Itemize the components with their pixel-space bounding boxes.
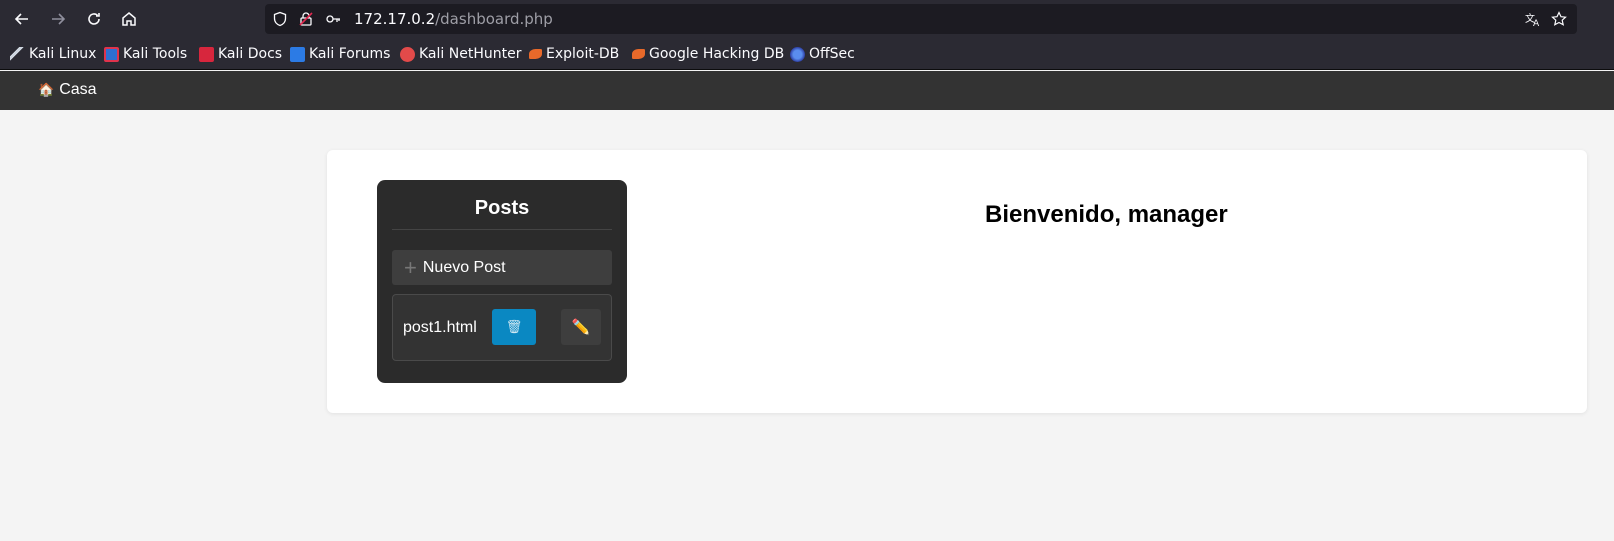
key-icon[interactable] — [325, 11, 341, 27]
nav-home-label: Casa — [59, 81, 97, 98]
kali-docs-icon — [199, 46, 214, 62]
post-name-link[interactable]: post1.html — [403, 319, 477, 337]
kali-nethunter-icon — [400, 46, 415, 62]
posts-sidebar: Posts + Nuevo Post post1.html 🗑 ✏️ — [377, 180, 627, 383]
kali-forums-icon — [290, 46, 305, 62]
bookmark-label: Kali Linux — [29, 46, 97, 62]
bookmark-kali-tools[interactable]: Kali Tools — [104, 45, 187, 63]
bookmark-kali-forums[interactable]: Kali Forums — [290, 45, 390, 63]
translate-icon[interactable]: 文A — [1525, 11, 1541, 27]
bookmarks-toolbar: Kali Linux Kali Tools Kali Docs Kali For… — [0, 38, 1614, 70]
forward-button[interactable] — [46, 7, 70, 31]
bookmark-exploit-db[interactable]: Exploit-DB — [529, 45, 619, 63]
plus-icon: + — [404, 254, 417, 280]
back-button[interactable] — [10, 7, 34, 31]
kali-tools-icon — [104, 46, 119, 62]
trash-icon: 🗑 — [505, 319, 523, 334]
insecure-lock-icon[interactable] — [298, 11, 314, 27]
arrow-right-icon — [52, 13, 66, 25]
browser-toolbar: 172.17.0.2/dashboard.php 文A — [0, 0, 1614, 38]
bookmark-label: Kali Tools — [123, 46, 188, 62]
offsec-icon — [790, 46, 805, 62]
bookmark-label: Kali Forums — [309, 46, 391, 62]
bookmark-kali-nethunter[interactable]: Kali NetHunter — [400, 45, 521, 63]
bookmark-google-hacking-db[interactable]: Google Hacking DB — [632, 45, 784, 63]
exploit-db-icon — [529, 49, 542, 59]
site-navbar: 🏠 Casa — [0, 71, 1614, 110]
bookmark-kali-linux[interactable]: Kali Linux — [10, 45, 96, 63]
bookmark-label: OffSec — [809, 46, 855, 62]
url-host: 172.17.0.2 — [354, 10, 436, 28]
kali-dragon-icon — [10, 46, 25, 62]
bookmark-offsec[interactable]: OffSec — [790, 45, 855, 63]
posts-title: Posts — [474, 197, 530, 219]
new-post-label: Nuevo Post — [422, 258, 506, 276]
home-icon — [122, 12, 136, 26]
bookmark-kali-docs[interactable]: Kali Docs — [199, 45, 282, 63]
url-text[interactable]: 172.17.0.2/dashboard.php — [354, 10, 553, 28]
post-list-item: post1.html 🗑 ✏️ — [392, 294, 612, 361]
nav-home-link[interactable]: 🏠 Casa — [38, 81, 97, 99]
new-post-button[interactable]: + Nuevo Post — [392, 250, 612, 285]
bookmark-star-icon[interactable] — [1551, 11, 1567, 27]
edit-post-button[interactable]: ✏️ — [561, 309, 601, 345]
reload-icon — [88, 13, 100, 25]
home-button[interactable] — [117, 7, 141, 31]
reload-button[interactable] — [82, 7, 106, 31]
bookmark-label: Kali NetHunter — [419, 46, 522, 62]
ghdb-icon — [632, 49, 645, 59]
address-bar[interactable]: 172.17.0.2/dashboard.php 文A — [265, 4, 1577, 34]
sidebar-divider — [392, 229, 612, 230]
bookmark-label: Kali Docs — [218, 46, 283, 62]
url-path: /dashboard.php — [435, 10, 553, 28]
pencil-icon: ✏️ — [571, 319, 591, 336]
bookmark-label: Google Hacking DB — [649, 46, 785, 62]
svg-text:A: A — [1533, 19, 1540, 27]
arrow-left-icon — [14, 13, 28, 25]
shield-icon[interactable] — [272, 11, 288, 27]
welcome-heading: Bienvenido, manager — [985, 201, 1228, 228]
house-icon: 🏠 — [38, 82, 55, 97]
bookmark-label: Exploit-DB — [546, 46, 620, 62]
delete-post-button[interactable]: 🗑 — [492, 309, 536, 345]
